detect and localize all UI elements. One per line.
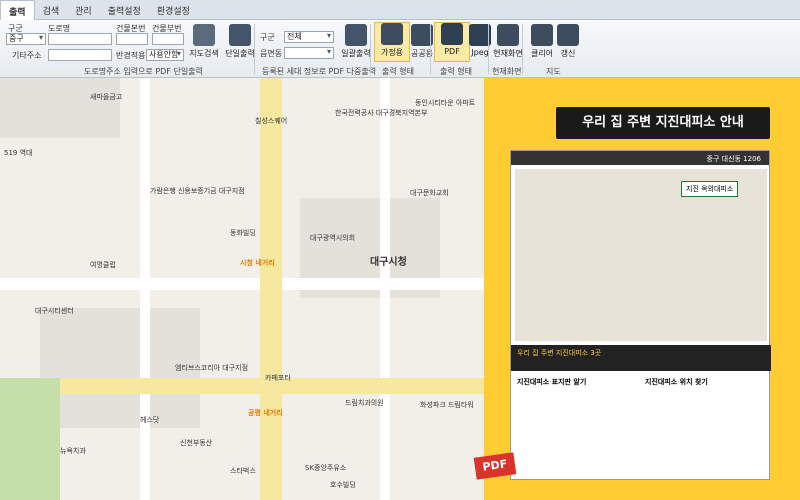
map-label: SK중앙주유소 [305,464,347,472]
map-street-label: 공평 네거리 [248,409,283,417]
tab-manage[interactable]: 관리 [67,0,100,20]
map-label: 호수빌딩 [330,481,356,489]
multi-document-icon [345,24,367,46]
bldg-main-input[interactable] [116,33,148,45]
road-input[interactable] [48,33,112,45]
map-main-road [260,78,282,500]
map-road [140,78,150,500]
filter-gugun-label: 구군 [260,33,275,42]
radius-select[interactable]: 사용안함 [146,49,184,61]
poster-sheet: 중구 대신동 1206 지진 옥외대피소 우리 집 주변 지진대피소 3곳 지진… [510,150,771,480]
single-print-button[interactable]: 단일출력 [222,24,258,59]
batch-print-hint: 등록된 세대 정보로 PDF 다중출력 [262,67,377,76]
map-label: 새마을금고 [90,93,123,101]
current-screen-button[interactable]: 현재화면 [490,24,526,59]
divider [370,24,371,74]
map-label: 신천부동산 [180,439,213,447]
map-label: 스타벅스 [230,467,256,475]
poster-section1: 우리 집 주변 지진대피소 3곳 [511,345,771,371]
map-label: 대구광역시의회 [310,234,356,242]
magnifier-icon [193,24,215,46]
map-label: 한국전력공사 대구경북지역본부 [335,109,428,117]
ribbon-toolbar: 구군 도로명 건물본번 건물부번 중구 기타주소 반경적용 사용안함 도로명주소… [0,20,800,78]
map-view[interactable]: 새마을금고 칠성스퀘어 한국전력공사 대구경북지역본부 동인시티타운 아파트 가… [0,78,484,500]
map-label-city-hall: 대구시청 [370,257,407,268]
gugun-select[interactable]: 중구 [6,33,46,45]
filter-gugun-select[interactable]: 전체 [284,31,334,43]
filter-eup-label: 읍면동 [260,49,283,58]
menu-tabs: 출력 검색 관리 출력설정 환경설정 [0,0,800,20]
bldg-sub-input[interactable] [152,33,184,45]
poster-section2: 지진대피소 표지판 알기 [517,378,587,386]
map-main-road [0,378,484,394]
map-label: 대구시티센터 [35,307,74,315]
refresh-icon [557,24,579,46]
poster-section3: 지진대피소 위치 찾기 [645,378,708,386]
map-label: 여명클럽 [90,261,116,269]
map-label: 뉴욕치과 [60,447,86,455]
map-station-label: 519 역대 [4,149,33,157]
house-icon [381,23,403,45]
pdf-file-icon [441,23,463,45]
map-label: 동화빌딩 [230,229,256,237]
other-addr-input[interactable] [48,49,112,61]
map-label: 엠티브스코리아 대구지점 [175,364,249,372]
map-label: 동인시티타운 아파트 [415,99,476,107]
map-street-label: 시청 네거리 [240,259,275,267]
checkbox-icon [497,24,519,46]
map-label: 칠성스퀘어 [255,117,288,125]
map-road [0,278,484,290]
radius-label: 반경적용 [116,51,146,60]
batch-print-button[interactable]: 일괄출력 [338,24,374,59]
divider [430,24,431,74]
map-label: 카페포타 [265,374,291,382]
tab-print[interactable]: 출력 [0,0,35,20]
current-group-label: 현재화면 [492,67,522,76]
tab-env-settings[interactable]: 환경설정 [149,0,198,20]
format-group-label: 출력 형태 [440,67,472,76]
map-label: 화성파크 드림타워 [420,401,474,409]
divider [488,24,489,74]
map-label: 가람은행 신용보증기금 대구지점 [150,187,245,195]
map-search-button[interactable]: 지도검색 [186,24,222,59]
print-type-group-label: 출력 형태 [382,67,414,76]
map-park [0,378,60,500]
single-print-hint: 도로명주소 입력으로 PDF 단일출력 [84,67,203,76]
map-label: 헤스닷 [140,416,160,424]
map-label: 드림치과의원 [345,399,384,407]
filter-eup-select[interactable] [284,47,334,59]
document-icon [229,24,251,46]
refresh-button[interactable]: 갱신 [550,24,586,59]
poster-title: 우리 집 주변 지진대피소 안내 [556,107,770,139]
tab-print-settings[interactable]: 출력설정 [100,0,149,20]
other-addr-label: 기타주소 [12,51,42,60]
divider [254,24,255,74]
divider [522,24,523,74]
tab-search[interactable]: 검색 [35,0,68,20]
map-road [380,78,390,500]
map-block [0,78,120,138]
poster-address: 중구 대신동 1206 [511,151,769,165]
map-group-label: 지도 [546,67,561,76]
poster-legend: 지진 옥외대피소 [681,181,739,197]
map-label: 대구문화교회 [410,189,449,197]
